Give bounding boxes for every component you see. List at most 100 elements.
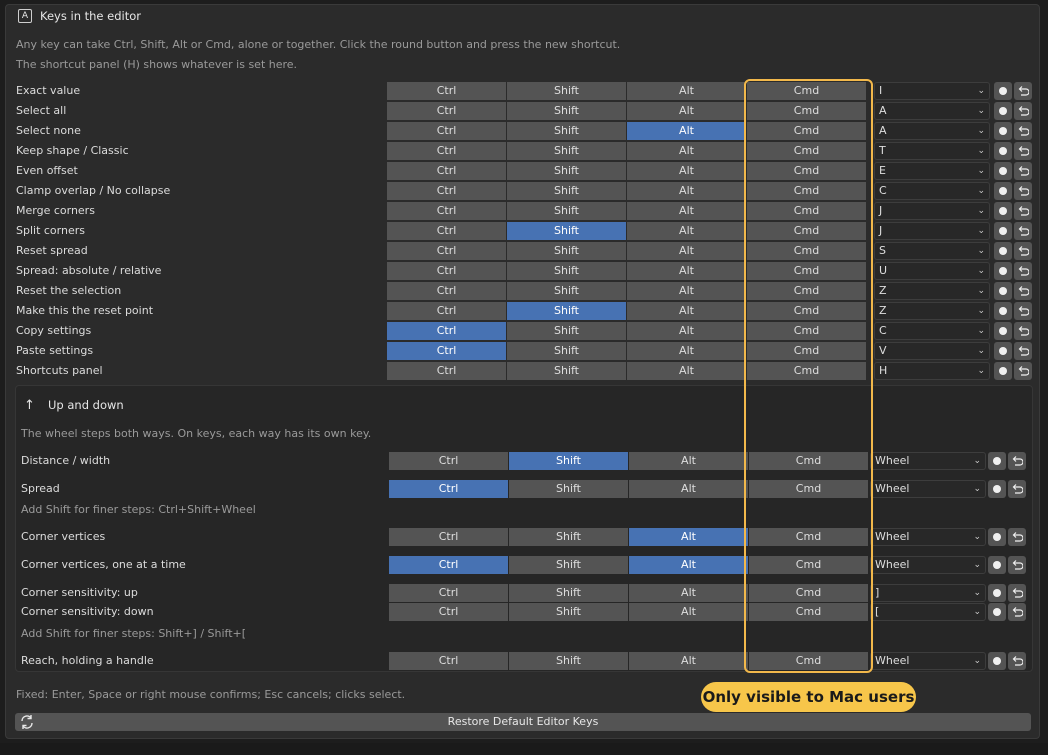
ctrl-modifier-toggle[interactable]: Ctrl: [387, 342, 506, 360]
ctrl-modifier-toggle[interactable]: Ctrl: [387, 302, 506, 320]
shift-modifier-toggle[interactable]: Shift: [507, 322, 626, 340]
alt-modifier-toggle[interactable]: Alt: [627, 162, 746, 180]
record-dot-icon[interactable]: [988, 452, 1006, 470]
shift-modifier-toggle[interactable]: Shift: [507, 342, 626, 360]
ctrl-modifier-toggle[interactable]: Ctrl: [387, 242, 506, 260]
shift-modifier-toggle[interactable]: Shift: [507, 102, 626, 120]
record-dot-icon[interactable]: [994, 82, 1012, 100]
cmd-modifier-toggle[interactable]: Cmd: [747, 162, 866, 180]
shift-modifier-toggle[interactable]: Shift: [509, 556, 628, 574]
record-dot-icon[interactable]: [994, 302, 1012, 320]
record-dot-icon[interactable]: [988, 652, 1006, 670]
alt-modifier-toggle[interactable]: Alt: [629, 480, 748, 498]
cmd-modifier-toggle[interactable]: Cmd: [747, 142, 866, 160]
ctrl-modifier-toggle[interactable]: Ctrl: [387, 102, 506, 120]
alt-modifier-toggle[interactable]: Alt: [627, 202, 746, 220]
alt-modifier-toggle[interactable]: Alt: [629, 528, 748, 546]
cmd-modifier-toggle[interactable]: Cmd: [747, 242, 866, 260]
cmd-modifier-toggle[interactable]: Cmd: [747, 182, 866, 200]
cmd-modifier-toggle[interactable]: Cmd: [749, 480, 868, 498]
cmd-modifier-toggle[interactable]: Cmd: [749, 452, 868, 470]
shift-modifier-toggle[interactable]: Shift: [509, 652, 628, 670]
alt-modifier-toggle[interactable]: Alt: [627, 302, 746, 320]
alt-modifier-toggle[interactable]: Alt: [629, 584, 748, 602]
record-dot-icon[interactable]: [994, 262, 1012, 280]
restore-default-keys-button[interactable]: Restore Default Editor Keys: [15, 713, 1031, 731]
ctrl-modifier-toggle[interactable]: Ctrl: [387, 142, 506, 160]
key-select[interactable]: H ⌄: [874, 362, 990, 380]
key-select[interactable]: Wheel ⌄: [870, 528, 986, 546]
alt-modifier-toggle[interactable]: Alt: [627, 142, 746, 160]
shift-modifier-toggle[interactable]: Shift: [509, 528, 628, 546]
shift-modifier-toggle[interactable]: Shift: [509, 452, 628, 470]
ctrl-modifier-toggle[interactable]: Ctrl: [387, 222, 506, 240]
cmd-modifier-toggle[interactable]: Cmd: [749, 556, 868, 574]
record-dot-icon[interactable]: [994, 182, 1012, 200]
undo-arrow-icon[interactable]: [1008, 652, 1026, 670]
record-dot-icon[interactable]: [994, 102, 1012, 120]
cmd-modifier-toggle[interactable]: Cmd: [747, 342, 866, 360]
shift-modifier-toggle[interactable]: Shift: [509, 480, 628, 498]
ctrl-modifier-toggle[interactable]: Ctrl: [387, 362, 506, 380]
alt-modifier-toggle[interactable]: Alt: [627, 122, 746, 140]
alt-modifier-toggle[interactable]: Alt: [627, 362, 746, 380]
alt-modifier-toggle[interactable]: Alt: [629, 652, 748, 670]
key-select[interactable]: S ⌄: [874, 242, 990, 260]
ctrl-modifier-toggle[interactable]: Ctrl: [387, 262, 506, 280]
ctrl-modifier-toggle[interactable]: Ctrl: [387, 122, 506, 140]
cmd-modifier-toggle[interactable]: Cmd: [747, 302, 866, 320]
key-select[interactable]: Wheel ⌄: [870, 452, 986, 470]
undo-arrow-icon[interactable]: [1014, 82, 1032, 100]
record-dot-icon[interactable]: [994, 282, 1012, 300]
key-select[interactable]: J ⌄: [874, 222, 990, 240]
undo-arrow-icon[interactable]: [1014, 282, 1032, 300]
record-dot-icon[interactable]: [994, 342, 1012, 360]
alt-modifier-toggle[interactable]: Alt: [629, 556, 748, 574]
shift-modifier-toggle[interactable]: Shift: [507, 142, 626, 160]
undo-arrow-icon[interactable]: [1014, 202, 1032, 220]
ctrl-modifier-toggle[interactable]: Ctrl: [389, 556, 508, 574]
cmd-modifier-toggle[interactable]: Cmd: [747, 282, 866, 300]
record-dot-icon[interactable]: [994, 322, 1012, 340]
shift-modifier-toggle[interactable]: Shift: [507, 202, 626, 220]
undo-arrow-icon[interactable]: [1008, 603, 1026, 621]
alt-modifier-toggle[interactable]: Alt: [627, 82, 746, 100]
ctrl-modifier-toggle[interactable]: Ctrl: [389, 603, 508, 621]
key-select[interactable]: T ⌄: [874, 142, 990, 160]
alt-modifier-toggle[interactable]: Alt: [629, 603, 748, 621]
undo-arrow-icon[interactable]: [1014, 302, 1032, 320]
key-select[interactable]: V ⌄: [874, 342, 990, 360]
record-dot-icon[interactable]: [988, 603, 1006, 621]
shift-modifier-toggle[interactable]: Shift: [509, 603, 628, 621]
record-dot-icon[interactable]: [994, 162, 1012, 180]
undo-arrow-icon[interactable]: [1014, 222, 1032, 240]
undo-arrow-icon[interactable]: [1014, 122, 1032, 140]
cmd-modifier-toggle[interactable]: Cmd: [747, 222, 866, 240]
alt-modifier-toggle[interactable]: Alt: [627, 322, 746, 340]
ctrl-modifier-toggle[interactable]: Ctrl: [389, 452, 508, 470]
ctrl-modifier-toggle[interactable]: Ctrl: [387, 162, 506, 180]
record-dot-icon[interactable]: [988, 480, 1006, 498]
key-select[interactable]: A ⌄: [874, 122, 990, 140]
key-select[interactable]: A ⌄: [874, 102, 990, 120]
cmd-modifier-toggle[interactable]: Cmd: [749, 652, 868, 670]
undo-arrow-icon[interactable]: [1014, 242, 1032, 260]
undo-arrow-icon[interactable]: [1008, 584, 1026, 602]
record-dot-icon[interactable]: [988, 556, 1006, 574]
record-dot-icon[interactable]: [994, 362, 1012, 380]
undo-arrow-icon[interactable]: [1014, 362, 1032, 380]
record-dot-icon[interactable]: [994, 202, 1012, 220]
ctrl-modifier-toggle[interactable]: Ctrl: [387, 82, 506, 100]
alt-modifier-toggle[interactable]: Alt: [627, 262, 746, 280]
key-select[interactable]: C ⌄: [874, 182, 990, 200]
alt-modifier-toggle[interactable]: Alt: [627, 342, 746, 360]
shift-modifier-toggle[interactable]: Shift: [507, 82, 626, 100]
undo-arrow-icon[interactable]: [1008, 556, 1026, 574]
record-dot-icon[interactable]: [994, 122, 1012, 140]
key-select[interactable]: C ⌄: [874, 322, 990, 340]
alt-modifier-toggle[interactable]: Alt: [627, 222, 746, 240]
undo-arrow-icon[interactable]: [1014, 142, 1032, 160]
key-select[interactable]: Wheel ⌄: [870, 652, 986, 670]
ctrl-modifier-toggle[interactable]: Ctrl: [389, 480, 508, 498]
cmd-modifier-toggle[interactable]: Cmd: [749, 584, 868, 602]
